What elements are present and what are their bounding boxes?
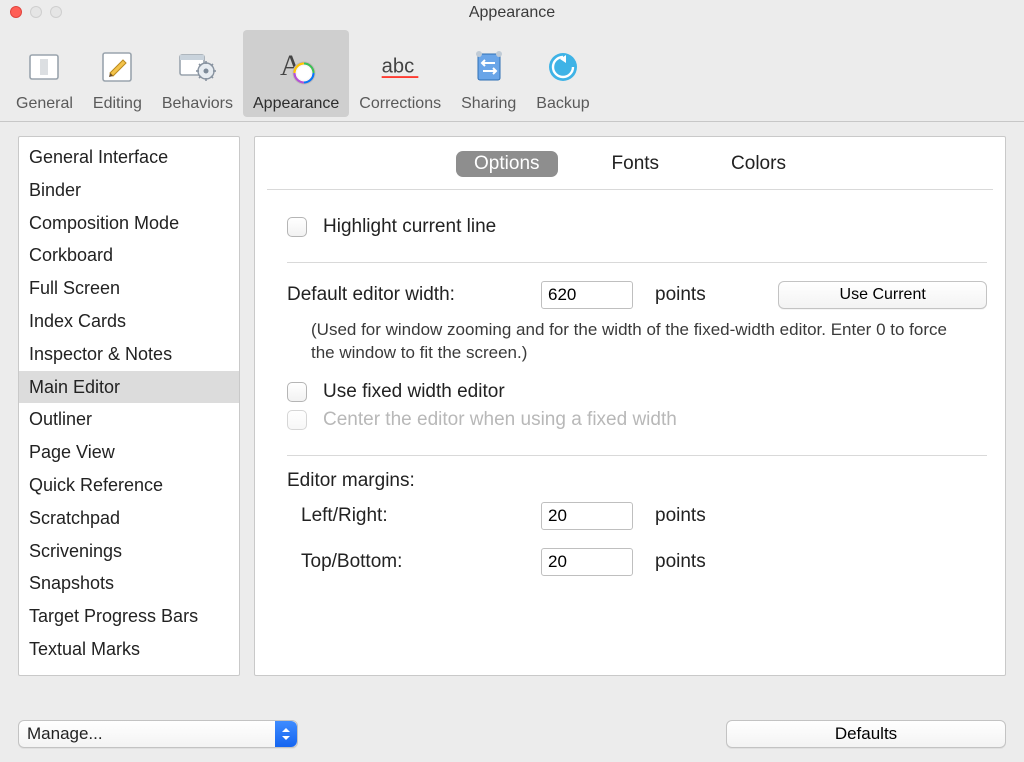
top-bottom-unit: points: [655, 551, 987, 573]
toolbar-behaviors[interactable]: Behaviors: [152, 30, 243, 117]
default-width-label: Default editor width:: [287, 284, 527, 306]
defaults-button[interactable]: Defaults: [726, 720, 1006, 748]
use-fixed-width-label: Use fixed width editor: [323, 381, 505, 403]
toolbar-appearance[interactable]: A Appearance: [243, 30, 349, 117]
highlight-line-checkbox[interactable]: [287, 217, 307, 237]
left-right-unit: points: [655, 505, 987, 527]
center-fixed-label: Center the editor when using a fixed wid…: [323, 409, 677, 431]
highlight-line-label: Highlight current line: [323, 216, 496, 238]
sidebar-item-target-progress-bars[interactable]: Target Progress Bars: [19, 600, 239, 633]
sidebar-item-composition-mode[interactable]: Composition Mode: [19, 207, 239, 240]
editor-margins-header: Editor margins:: [287, 470, 987, 492]
backup-icon: [541, 45, 585, 89]
window-minimize-button[interactable]: [30, 6, 42, 18]
behaviors-icon: [175, 45, 219, 89]
top-bottom-input[interactable]: [541, 548, 633, 576]
left-right-label: Left/Right:: [287, 505, 527, 527]
main-editor-panel: Options Fonts Colors Highlight current l…: [254, 136, 1006, 676]
toolbar-sharing-label: Sharing: [461, 95, 516, 113]
general-icon: [22, 45, 66, 89]
svg-text:abc: abc: [382, 56, 415, 78]
divider: [287, 262, 987, 263]
sidebar-item-quick-reference[interactable]: Quick Reference: [19, 469, 239, 502]
use-fixed-width-checkbox[interactable]: [287, 382, 307, 402]
traffic-lights: [10, 6, 62, 18]
window-close-button[interactable]: [10, 6, 22, 18]
toolbar-editing[interactable]: Editing: [83, 30, 152, 117]
content: General Interface Binder Composition Mod…: [0, 122, 1024, 682]
toolbar-corrections-label: Corrections: [359, 95, 441, 113]
appearance-icon: A: [274, 45, 318, 89]
toolbar-corrections[interactable]: abc Corrections: [349, 30, 451, 117]
toolbar-backup-label: Backup: [536, 95, 589, 113]
sidebar-item-index-cards[interactable]: Index Cards: [19, 305, 239, 338]
sidebar-item-snapshots[interactable]: Snapshots: [19, 567, 239, 600]
sidebar-item-page-view[interactable]: Page View: [19, 436, 239, 469]
divider: [287, 455, 987, 456]
corrections-icon: abc: [378, 45, 422, 89]
preferences-toolbar: General Editing: [0, 26, 1024, 122]
editing-icon: [95, 45, 139, 89]
titlebar: Appearance: [0, 0, 1024, 26]
sidebar-item-corkboard[interactable]: Corkboard: [19, 239, 239, 272]
sharing-icon: [467, 45, 511, 89]
sidebar-item-textual-marks[interactable]: Textual Marks: [19, 633, 239, 666]
toolbar-general-label: General: [16, 95, 73, 113]
row-highlight-current-line: Highlight current line: [287, 216, 987, 238]
popup-arrows-icon: [275, 721, 297, 747]
bottom-bar: Manage... Defaults: [0, 710, 1024, 762]
toolbar-backup[interactable]: Backup: [526, 30, 599, 117]
window-zoom-button[interactable]: [50, 6, 62, 18]
toolbar-appearance-label: Appearance: [253, 95, 339, 113]
window-title: Appearance: [0, 4, 1024, 22]
top-bottom-label: Top/Bottom:: [287, 551, 527, 573]
appearance-sidebar: General Interface Binder Composition Mod…: [18, 136, 240, 676]
use-current-button[interactable]: Use Current: [778, 281, 987, 309]
divider: [267, 189, 993, 190]
manage-popup-label: Manage...: [27, 724, 103, 744]
sidebar-item-inspector-notes[interactable]: Inspector & Notes: [19, 338, 239, 371]
toolbar-general[interactable]: General: [6, 30, 83, 117]
left-right-input[interactable]: [541, 502, 633, 530]
panel-tabs: Options Fonts Colors: [456, 151, 804, 177]
sidebar-item-general-interface[interactable]: General Interface: [19, 141, 239, 174]
toolbar-editing-label: Editing: [93, 95, 142, 113]
sidebar-item-scrivenings[interactable]: Scrivenings: [19, 535, 239, 568]
sidebar-item-binder[interactable]: Binder: [19, 174, 239, 207]
default-width-unit: points: [655, 284, 764, 306]
center-fixed-checkbox: [287, 410, 307, 430]
sidebar-item-main-editor[interactable]: Main Editor: [19, 371, 239, 404]
sidebar-item-scratchpad[interactable]: Scratchpad: [19, 502, 239, 535]
row-center-fixed: Center the editor when using a fixed wid…: [287, 409, 987, 431]
default-width-row: Default editor width: points Use Current: [287, 281, 987, 309]
row-use-fixed-width: Use fixed width editor: [287, 381, 987, 403]
tab-colors[interactable]: Colors: [713, 151, 804, 177]
toolbar-sharing[interactable]: Sharing: [451, 30, 526, 117]
default-width-note: (Used for window zooming and for the wid…: [311, 319, 951, 365]
sidebar-item-full-screen[interactable]: Full Screen: [19, 272, 239, 305]
default-width-input[interactable]: [541, 281, 633, 309]
manage-popup[interactable]: Manage...: [18, 720, 298, 748]
tab-fonts[interactable]: Fonts: [594, 151, 678, 177]
options-body: Highlight current line Default editor wi…: [267, 206, 993, 580]
tab-options[interactable]: Options: [456, 151, 557, 177]
sidebar-item-outliner[interactable]: Outliner: [19, 403, 239, 436]
toolbar-behaviors-label: Behaviors: [162, 95, 233, 113]
margins-grid: Left/Right: points Top/Bottom: points: [287, 502, 987, 576]
